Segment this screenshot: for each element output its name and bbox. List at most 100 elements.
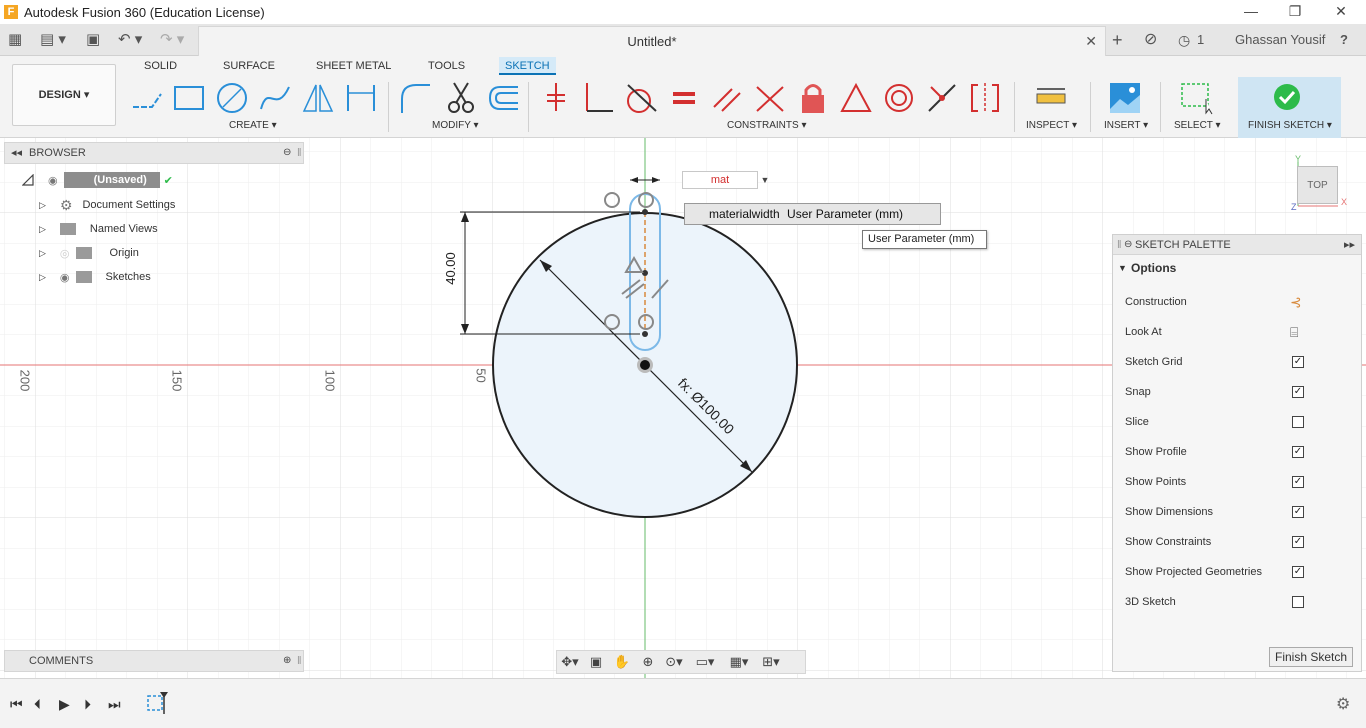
checkbox[interactable]: ✓ xyxy=(1292,386,1304,398)
dimension-tool-icon[interactable] xyxy=(343,80,379,116)
collapse-panel-icon[interactable]: ◂◂ xyxy=(11,143,22,163)
new-tab-button[interactable]: + xyxy=(1112,29,1123,51)
triangle-constraint-icon[interactable] xyxy=(838,80,874,116)
measure-tool-icon[interactable] xyxy=(1033,80,1069,116)
undo-icon[interactable]: ↶ ▾ xyxy=(118,30,142,50)
palette-option-sketch-grid[interactable]: Sketch Grid ✓ xyxy=(1125,347,1355,377)
checkbox[interactable] xyxy=(1292,596,1304,608)
browser-item-sketches[interactable]: ▷ ◉ Sketches xyxy=(39,267,151,287)
palette-option-slice[interactable]: Slice xyxy=(1125,407,1355,437)
browser-item-named-views[interactable]: ▷ Named Views xyxy=(39,219,158,239)
checkbox[interactable] xyxy=(1292,416,1304,428)
palette-option-3d-sketch[interactable]: 3D Sketch xyxy=(1125,587,1355,617)
line-tool-icon[interactable] xyxy=(129,80,165,116)
tab-solid[interactable]: SOLID xyxy=(138,57,183,75)
palette-option-snap[interactable]: Snap ✓ xyxy=(1125,377,1355,407)
expand-arrow-icon[interactable]: ▷ xyxy=(39,200,46,211)
pan-hand-icon[interactable]: ✋ xyxy=(609,654,635,670)
equal-constraint-icon[interactable] xyxy=(666,80,702,116)
step-forward-icon[interactable]: ⏵ xyxy=(84,696,91,713)
minus-circle-icon[interactable]: ⊖ xyxy=(283,143,291,163)
finish-sketch-button[interactable]: Finish Sketch xyxy=(1269,647,1353,667)
perpendicular-constraint-icon[interactable] xyxy=(580,80,616,116)
palette-option-show-projected-geometries[interactable]: Show Projected Geometries ✓ xyxy=(1125,557,1355,587)
viewports-icon[interactable]: ⊞▾ xyxy=(755,654,787,670)
hidden-eye-icon[interactable]: ◎ xyxy=(60,247,70,260)
inspect-menu[interactable]: INSPECT ▾ xyxy=(1026,120,1077,131)
view-cube[interactable]: TOP xyxy=(1297,166,1338,204)
minus-circle-icon[interactable]: ⊖ xyxy=(1124,235,1132,255)
comments-panel[interactable]: COMMENTS ⊕ ‖ xyxy=(4,650,304,672)
select-menu[interactable]: SELECT ▾ xyxy=(1174,120,1221,131)
checkbox[interactable]: ✓ xyxy=(1292,476,1304,488)
expand-palette-icon[interactable]: ▸▸ xyxy=(1344,235,1355,255)
insert-menu[interactable]: INSERT ▾ xyxy=(1104,120,1148,131)
panel-grip-icon[interactable]: ‖ xyxy=(297,651,302,671)
visibility-eye-icon[interactable]: ◉ xyxy=(48,174,58,187)
file-menu-icon[interactable]: ▤ ▾ xyxy=(40,30,66,50)
go-to-end-icon[interactable]: ⏭ xyxy=(108,696,121,713)
step-back-icon[interactable]: ⏴ xyxy=(34,696,41,713)
workspace-switcher[interactable]: DESIGN ▾ xyxy=(12,64,116,126)
trim-tool-icon[interactable] xyxy=(443,80,479,116)
checkbox[interactable]: ✓ xyxy=(1292,506,1304,518)
browser-item-origin[interactable]: ▷ ◎ Origin xyxy=(39,243,139,263)
panel-grip-icon[interactable]: ‖ xyxy=(297,143,302,163)
close-button[interactable]: ✕ xyxy=(1318,0,1364,24)
options-section[interactable]: ▼ Options xyxy=(1113,255,1361,281)
browser-root-item[interactable]: ◉ (Unsaved) ✔ xyxy=(22,170,173,190)
palette-option-construction[interactable]: Construction ⊰ xyxy=(1125,287,1355,317)
rectangle-tool-icon[interactable] xyxy=(171,80,207,116)
orbit-icon[interactable]: ✥▾ xyxy=(557,654,583,670)
parallel-constraint-icon[interactable] xyxy=(709,80,745,116)
finish-sketch-menu[interactable]: FINISH SKETCH ▾ xyxy=(1248,120,1332,131)
redo-icon[interactable]: ↷ ▾ xyxy=(160,30,184,50)
fit-icon[interactable]: ⊙▾ xyxy=(661,654,687,670)
circle-tool-icon[interactable] xyxy=(214,80,250,116)
go-to-start-icon[interactable]: ⏮ xyxy=(10,696,23,713)
create-menu[interactable]: CREATE ▾ xyxy=(229,120,277,131)
grid-settings-icon[interactable]: ▦▾ xyxy=(723,654,755,670)
modify-menu[interactable]: MODIFY ▾ xyxy=(432,120,479,131)
add-comment-icon[interactable]: ⊕ xyxy=(283,651,291,671)
collapse-triangle-icon[interactable]: ▼ xyxy=(1118,255,1127,281)
palette-option-show-profile[interactable]: Show Profile ✓ xyxy=(1125,437,1355,467)
symmetry-constraint-icon[interactable] xyxy=(967,80,1003,116)
checkbox[interactable]: ✓ xyxy=(1292,446,1304,458)
vertical-dimension-label[interactable]: 40.00 xyxy=(443,252,458,285)
visibility-eye-icon[interactable]: ◉ xyxy=(60,271,70,284)
expand-arrow-icon[interactable]: ▷ xyxy=(39,224,46,235)
dimension-value-input[interactable]: mat xyxy=(682,171,758,189)
fillet-tool-icon[interactable] xyxy=(397,80,433,116)
palette-option-look-at[interactable]: Look At ⌸ xyxy=(1125,317,1355,347)
chevron-down-icon[interactable]: ▼ xyxy=(758,171,772,189)
extensions-icon[interactable]: ⊘ xyxy=(1144,29,1157,51)
expand-arrow-icon[interactable]: ▷ xyxy=(39,248,46,259)
autocomplete-item[interactable]: materialwidth User Parameter (mm) xyxy=(684,203,941,225)
constraints-menu[interactable]: CONSTRAINTS ▾ xyxy=(727,120,806,131)
display-settings-icon[interactable]: ▭▾ xyxy=(687,654,723,670)
look-at-icon[interactable]: ⌸ xyxy=(1290,317,1298,347)
concentric-constraint-icon[interactable] xyxy=(881,80,917,116)
expand-arrow-icon[interactable]: ▷ xyxy=(39,272,46,283)
minimize-button[interactable]: — xyxy=(1228,0,1274,24)
mirror-tool-icon[interactable] xyxy=(300,80,336,116)
tab-tools[interactable]: TOOLS xyxy=(422,57,471,75)
construction-icon[interactable]: ⊰ xyxy=(1290,287,1302,317)
palette-option-show-points[interactable]: Show Points ✓ xyxy=(1125,467,1355,497)
checkbox[interactable]: ✓ xyxy=(1292,566,1304,578)
job-status-icon[interactable]: ◷ xyxy=(1178,29,1190,51)
timeline-sketch-feature-icon[interactable] xyxy=(146,692,168,714)
browser-item-document-settings[interactable]: ▷ ⚙ Document Settings xyxy=(39,195,175,215)
document-tab[interactable]: Untitled* ✕ xyxy=(198,26,1106,56)
tab-surface[interactable]: SURFACE xyxy=(217,57,281,75)
palette-option-show-dimensions[interactable]: Show Dimensions ✓ xyxy=(1125,497,1355,527)
checkbox[interactable]: ✓ xyxy=(1292,356,1304,368)
tab-sketch[interactable]: SKETCH xyxy=(499,57,556,75)
timeline-settings-gear-icon[interactable]: ⚙ xyxy=(1336,694,1350,714)
look-at-icon[interactable]: ▣ xyxy=(583,654,609,670)
finish-sketch-tile[interactable]: FINISH SKETCH ▾ xyxy=(1238,77,1341,138)
help-icon[interactable]: ? xyxy=(1340,29,1348,51)
restore-button[interactable]: ❐ xyxy=(1272,0,1318,24)
checkbox[interactable]: ✓ xyxy=(1292,536,1304,548)
